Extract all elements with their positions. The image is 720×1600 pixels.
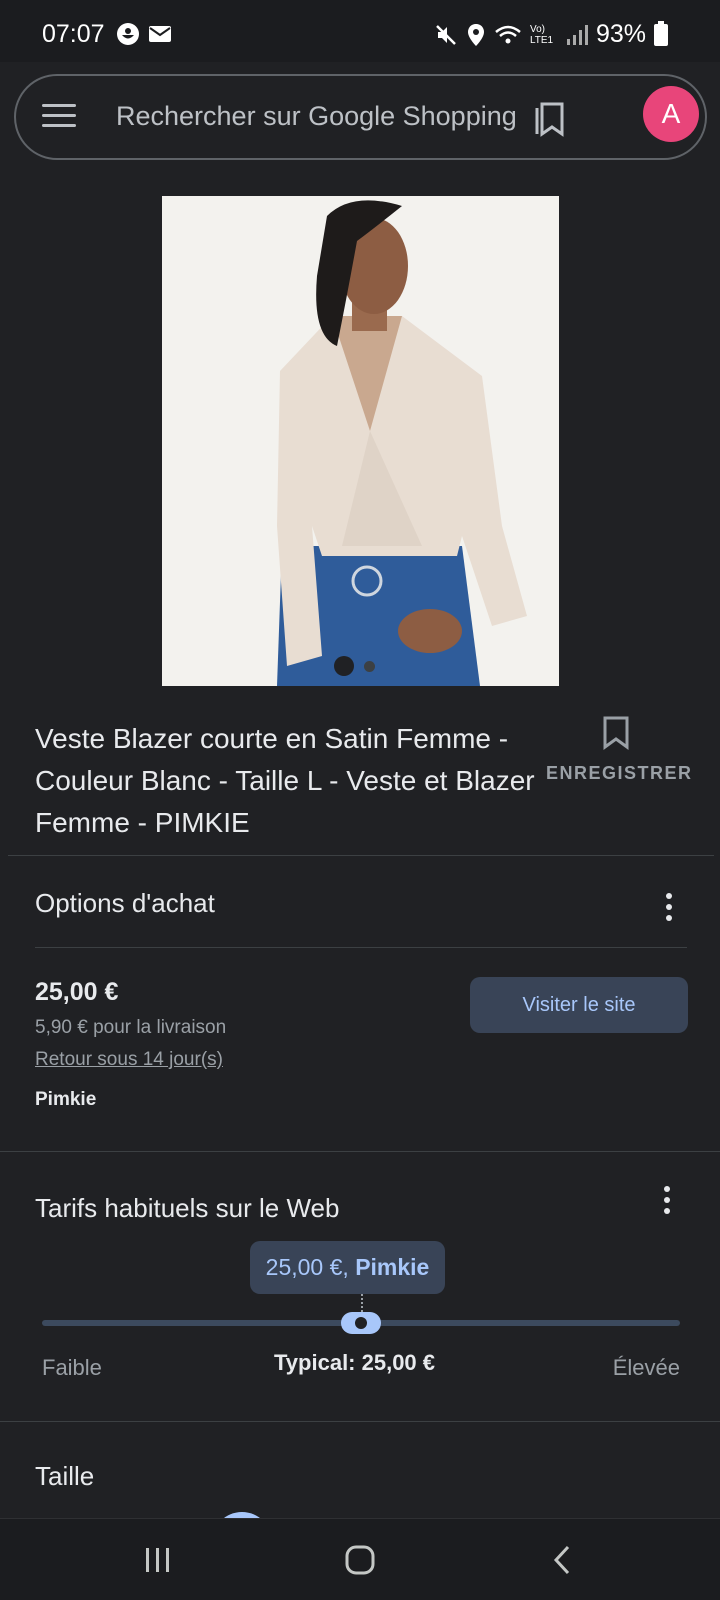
signal-icon <box>566 24 588 45</box>
back-icon <box>553 1545 570 1575</box>
app-notification-icon <box>117 23 139 45</box>
delivery-cost: 5,90 € pour la livraison <box>35 1017 227 1038</box>
avatar[interactable]: A <box>643 86 699 142</box>
pagination-dot-active[interactable] <box>334 656 354 676</box>
price-tooltip: 25,00 €, Pimkie <box>250 1241 445 1294</box>
visit-site-button[interactable]: Visiter le site <box>470 977 688 1033</box>
search-bar[interactable]: Rechercher sur Google Shopping A <box>14 74 707 160</box>
divider <box>8 855 714 856</box>
home-button[interactable] <box>300 1519 420 1600</box>
navigation-bar <box>0 1518 720 1600</box>
divider <box>35 947 687 948</box>
lte-label: Vo) LTE1 <box>529 23 554 46</box>
typical-price-label: Typical: 25,00 € <box>274 1350 436 1375</box>
saved-items-icon[interactable] <box>532 98 572 138</box>
battery-icon <box>654 20 668 46</box>
mute-icon <box>436 24 456 45</box>
size-section-title: Taille <box>35 1461 95 1491</box>
purchase-options-more-icon[interactable] <box>664 893 674 921</box>
offer-price: 25,00 € <box>35 978 119 1006</box>
returns-link[interactable]: Retour sous 14 jour(s) <box>35 1049 223 1071</box>
location-icon <box>467 23 484 46</box>
price-range-marker[interactable] <box>341 1312 381 1334</box>
image-pagination <box>334 656 375 676</box>
product-image[interactable] <box>162 196 559 686</box>
back-button[interactable] <box>502 1519 622 1600</box>
save-button[interactable]: ENREGISTRER <box>546 716 693 784</box>
price-range-title: Tarifs habituels sur le Web <box>35 1193 340 1223</box>
range-low-label: Faible <box>42 1355 102 1380</box>
divider <box>0 1151 720 1152</box>
merchant-name: Pimkie <box>35 1089 97 1110</box>
recents-button[interactable] <box>98 1519 218 1600</box>
status-bar: 07:07 Vo) LTE1 93% <box>0 0 720 62</box>
range-high-label: Élevée <box>612 1355 680 1380</box>
home-icon <box>345 1545 375 1575</box>
product-title: Veste Blazer courte en Satin Femme - Cou… <box>35 723 535 838</box>
save-label: ENREGISTRER <box>546 763 693 783</box>
price-range-more-icon[interactable] <box>662 1186 672 1214</box>
tooltip-merchant: Pimkie <box>355 1254 430 1280</box>
status-time: 07:07 <box>42 20 105 48</box>
battery-percent: 93% <box>595 20 646 48</box>
bookmark-icon <box>603 716 629 750</box>
menu-icon[interactable] <box>42 104 76 130</box>
recents-icon <box>146 1548 169 1572</box>
tooltip-price: 25,00 €, <box>265 1254 349 1280</box>
divider <box>0 1421 720 1422</box>
product-photo <box>162 196 559 686</box>
wifi-icon <box>495 25 521 43</box>
search-input[interactable]: Rechercher sur Google Shopping <box>116 101 517 132</box>
purchase-options-title: Options d'achat <box>35 888 215 918</box>
pagination-dot[interactable] <box>364 660 375 672</box>
mail-icon <box>149 26 171 42</box>
